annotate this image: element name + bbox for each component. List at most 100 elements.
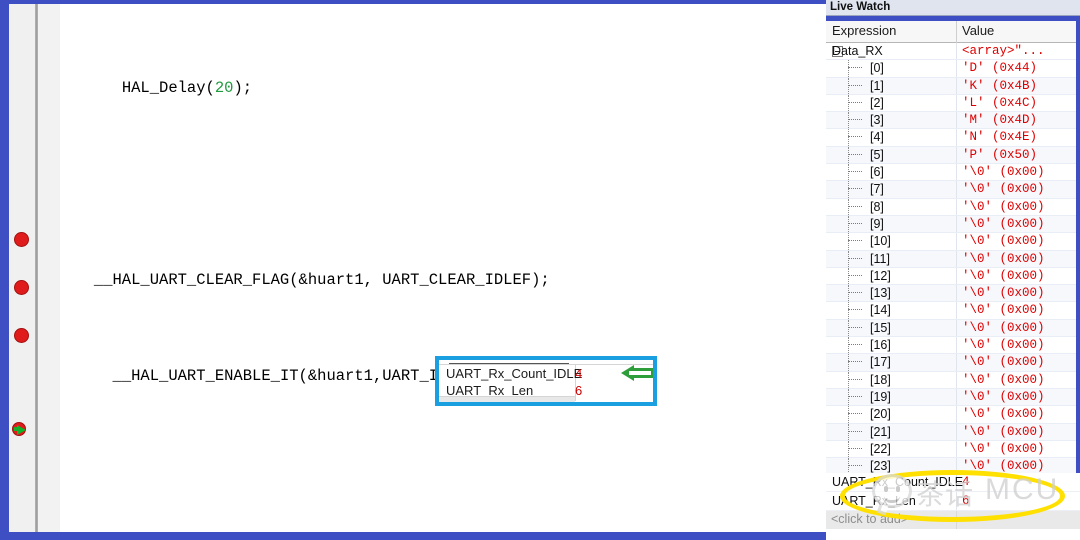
watch-row[interactable]: [6] '\0' (0x00) [826,164,1080,182]
tree-line [848,440,849,458]
watch-expression: UART_Rx_Count_IDLE [832,475,964,489]
watch-row[interactable]: [9] '\0' (0x00) [826,215,1080,234]
live-watch-scrollbar[interactable] [1076,21,1080,473]
watch-expression: [19] [870,389,891,404]
column-header-expression[interactable]: Expression [832,23,896,38]
watch-row[interactable]: [8] '\0' (0x00) [826,198,1080,216]
watch-row[interactable]: UART_Rx_Count_IDLE 4 [826,473,1080,492]
watch-row[interactable]: [22] '\0' (0x00) [826,440,1080,459]
watch-row[interactable]: [15] '\0' (0x00) [826,319,1080,338]
add-watch-placeholder: <click to add> [831,512,909,526]
tree-line [848,129,849,146]
watch-row[interactable]: [2] 'L' (0x4C) [826,94,1080,113]
watch-row[interactable]: [10] '\0' (0x00) [826,233,1080,251]
tree-branch [848,378,862,380]
watch-expression: [16] [870,338,891,353]
breakpoint-gutter[interactable] [9,4,35,532]
watch-row-root[interactable]: Data_RX <array>"... [826,43,1080,61]
tree-branch [848,361,862,363]
tree-branch [848,257,862,259]
callout-bottom-strip [439,396,575,402]
watch-value: '\0' (0x00) [962,268,1045,283]
watch-row[interactable]: [23] '\0' (0x00) [826,458,1080,473]
watch-value: '\0' (0x00) [962,372,1045,387]
watch-row[interactable]: [3] 'M' (0x4D) [826,112,1080,130]
tree-branch [848,309,862,311]
watch-row[interactable]: [0] 'D' (0x44) [826,60,1080,78]
watch-expression: [3] [870,113,884,128]
tree-branch [848,222,862,224]
watch-value: '\0' (0x00) [962,355,1045,370]
watch-row[interactable]: [18] '\0' (0x00) [826,371,1080,389]
watch-value: 'P' (0x50) [962,147,1038,162]
watch-value: '\0' (0x00) [962,424,1045,439]
watch-row[interactable]: [14] '\0' (0x00) [826,302,1080,320]
tree-line [848,406,849,423]
breakpoint-marker[interactable] [14,232,29,247]
watch-row[interactable]: [7] '\0' (0x00) [826,181,1080,199]
watch-expression: Data_RX [832,44,883,58]
watch-expression: [18] [870,372,891,387]
source-code-editor[interactable]: HAL_Delay(20); __HAL_UART_CLEAR_FLAG(&hu… [9,4,826,532]
watch-row[interactable]: [21] '\0' (0x00) [826,423,1080,441]
code-token-number: 20 [214,79,234,97]
tree-branch [848,326,862,328]
watch-row[interactable]: [19] '\0' (0x00) [826,388,1080,407]
callout-value: 6 [575,383,583,398]
tree-line [848,233,849,250]
tree-branch [848,136,862,138]
breakpoint-marker[interactable] [14,280,29,295]
tree-branch [848,119,862,121]
tree-line [848,319,849,337]
breakpoint-marker[interactable] [14,328,29,343]
watch-row[interactable]: [17] '\0' (0x00) [826,354,1080,372]
tree-line [848,285,849,302]
live-watch-rows[interactable]: Data_RX <array>"... [0] 'D' (0x44) [1] 'K' (0… [826,43,1080,473]
watch-value: 'K' (0x4B) [962,78,1038,93]
watch-row[interactable]: [12] '\0' (0x00) [826,267,1080,286]
watch-value: 'N' (0x4E) [962,130,1038,145]
watch-value: 6 [962,494,970,508]
watch-expression: [5] [870,147,884,162]
watch-value: '\0' (0x00) [962,216,1045,231]
watch-expression: [22] [870,441,891,456]
watch-expression: [9] [870,216,884,231]
live-watch-column-headers: Expression Value [826,21,1080,43]
watch-row[interactable]: UART_Rx_Len 6 [826,492,1080,511]
tree-branch [848,240,862,242]
watch-expression: [11] [870,251,890,266]
code-surface[interactable]: HAL_Delay(20); __HAL_UART_CLEAR_FLAG(&hu… [60,4,826,532]
callout-expression: UART_Rx_Count_IDLE [446,366,583,381]
live-watch-panel[interactable]: Live Watch Expression Value Data_RX <arra… [826,0,1080,540]
watch-value: '\0' (0x00) [962,407,1045,422]
watch-value: 'D' (0x44) [962,61,1038,76]
watch-expression: [10] [870,234,891,249]
watch-row[interactable]: [20] '\0' (0x00) [826,406,1080,424]
watch-row[interactable]: [11] '\0' (0x00) [826,250,1080,268]
watch-expression: [12] [870,268,891,283]
app-root: HAL_Delay(20); __HAL_UART_CLEAR_FLAG(&hu… [0,0,1080,540]
watch-row[interactable]: [16] '\0' (0x00) [826,337,1080,355]
tree-line [848,60,849,77]
tree-line [848,77,849,94]
watch-value: '\0' (0x00) [962,182,1045,197]
watch-expression: [0] [870,61,884,76]
watch-expression: UART_Rx_Len [832,494,916,508]
tree-line [848,215,849,233]
tree-branch [848,430,862,432]
watch-value: 4 [962,475,970,489]
watch-row[interactable]: [13] '\0' (0x00) [826,285,1080,303]
watch-expression: [21] [870,424,891,439]
column-header-value[interactable]: Value [962,23,994,38]
green-left-arrow-icon [621,365,653,381]
watch-row[interactable]: [5] 'P' (0x50) [826,146,1080,165]
watch-row[interactable]: [4] 'N' (0x4E) [826,129,1080,147]
watch-row[interactable]: [1] 'K' (0x4B) [826,77,1080,95]
tree-branch [848,101,862,103]
tooltip-callout: UART_Rx_Count_IDLE 4 UART_Rx_Len 6 [435,356,657,406]
add-watch-expression-row[interactable]: <click to add> [826,511,1080,529]
callout-value: 4 [575,366,583,381]
watch-expression: [14] [870,303,891,318]
watch-value: '\0' (0x00) [962,199,1045,214]
